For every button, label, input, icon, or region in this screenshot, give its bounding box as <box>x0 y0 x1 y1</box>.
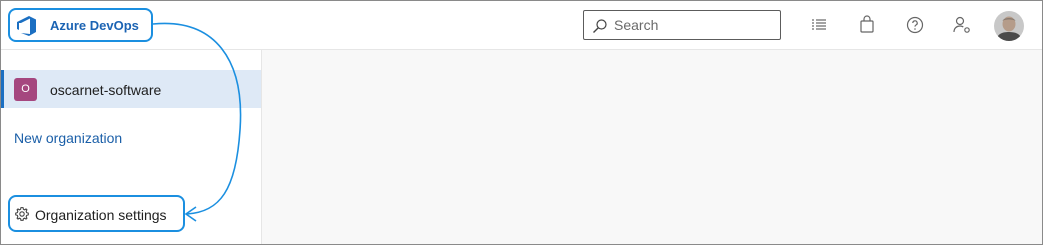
azure-devops-logo-icon <box>17 16 36 36</box>
brand-link[interactable]: Azure DevOps <box>8 8 153 42</box>
user-photo-icon <box>994 11 1024 41</box>
help-icon[interactable] <box>904 14 926 36</box>
gear-icon <box>15 206 29 221</box>
brand-name: Azure DevOps <box>50 18 139 33</box>
work-items-icon[interactable] <box>808 14 830 36</box>
search-input[interactable] <box>614 16 774 34</box>
user-avatar[interactable] <box>994 11 1024 41</box>
top-bar: Azure DevOps <box>1 1 1042 50</box>
organization-settings-button[interactable]: Organization settings <box>8 195 185 232</box>
marketplace-bag-icon[interactable] <box>856 14 878 36</box>
app-window: Azure DevOps Search O oscarnet-software … <box>0 0 1043 245</box>
new-organization-link[interactable]: New organization <box>14 130 122 146</box>
search-box[interactable] <box>583 10 781 40</box>
search-icon <box>593 19 607 33</box>
main-content <box>262 50 1042 244</box>
organization-avatar: O <box>14 78 37 101</box>
sidebar: O oscarnet-software New organization Org… <box>1 50 262 244</box>
user-settings-icon[interactable] <box>951 14 973 36</box>
organization-settings-label: Organization settings <box>35 207 167 223</box>
organization-item[interactable]: O oscarnet-software <box>1 70 261 108</box>
organization-name: oscarnet-software <box>50 82 162 98</box>
